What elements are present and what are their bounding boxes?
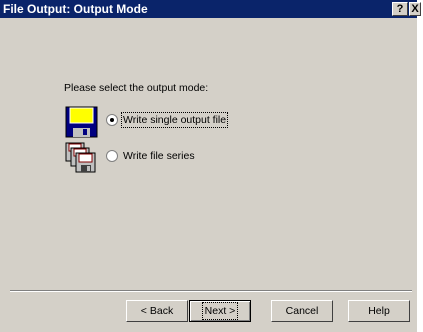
window-title: File Output: Output Mode: [3, 2, 148, 16]
back-button[interactable]: < Back: [126, 300, 188, 322]
floppy-disk-icon: [65, 106, 98, 138]
option-file-series[interactable]: Write file series: [106, 150, 195, 162]
next-button-label: Next >: [201, 302, 239, 320]
prompt-label: Please select the output mode:: [64, 82, 209, 94]
option-file-series-label[interactable]: Write file series: [123, 150, 195, 162]
option-single-file[interactable]: Write single output file: [106, 112, 229, 128]
title-help-button[interactable]: ?: [392, 2, 408, 16]
title-close-button[interactable]: X: [409, 2, 421, 16]
floppy-stack-icon: [65, 142, 96, 173]
option-single-file-label[interactable]: Write single output file: [120, 112, 229, 128]
radio-selected-dot: [110, 118, 114, 122]
radio-file-series[interactable]: [106, 150, 118, 162]
radio-single-file[interactable]: [106, 114, 118, 126]
next-button[interactable]: Next >: [189, 300, 251, 322]
help-button[interactable]: Help: [348, 300, 410, 322]
title-bar[interactable]: File Output: Output Mode ? X: [0, 0, 421, 18]
cancel-button[interactable]: Cancel: [271, 300, 333, 322]
button-separator: [10, 290, 412, 292]
dialog-window: File Output: Output Mode ? X Please sele…: [0, 0, 421, 332]
